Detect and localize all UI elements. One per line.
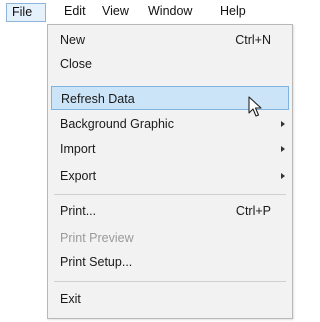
menu-separator (54, 281, 286, 282)
file-dropdown-menu: New Ctrl+N Close Refresh Data Background… (47, 24, 293, 319)
submenu-arrow-icon (281, 146, 285, 152)
menu-item-label: Background Graphic (60, 117, 174, 131)
menu-item-import[interactable]: Import (51, 137, 289, 161)
menu-item-print-setup[interactable]: Print Setup... (51, 250, 289, 274)
menu-item-export[interactable]: Export (51, 164, 289, 188)
menu-edit[interactable]: Edit (64, 3, 86, 22)
menu-bar: File Edit View Window Help (0, 0, 297, 24)
shortcut-label: Ctrl+P (235, 204, 271, 218)
menu-item-print-preview: Print Preview (51, 226, 289, 250)
menu-view[interactable]: View (102, 3, 129, 22)
menu-item-print[interactable]: Print... Ctrl+P (51, 199, 289, 223)
menu-item-label: Refresh Data (61, 92, 135, 106)
shortcut-label: Ctrl+N (235, 33, 271, 47)
menu-item-label: Import (60, 142, 96, 156)
submenu-arrow-icon (281, 121, 285, 127)
menu-window[interactable]: Window (148, 3, 192, 22)
submenu-arrow-icon (281, 173, 285, 179)
menu-item-label: Close (60, 57, 92, 71)
menu-item-label: Exit (60, 292, 81, 306)
arrow-cursor-icon (248, 96, 262, 117)
menu-item-close[interactable]: Close (51, 52, 289, 76)
menu-separator (54, 194, 286, 195)
menu-item-exit[interactable]: Exit (51, 287, 289, 311)
menu-item-new[interactable]: New Ctrl+N (51, 28, 289, 52)
menu-file[interactable]: File (6, 3, 46, 22)
menu-item-label: Export (60, 169, 97, 183)
menu-item-label: Print Preview (60, 231, 134, 245)
app-window: File Edit View Window Help New Ctrl+N Cl… (0, 0, 297, 322)
menu-item-label: Print Setup... (60, 255, 133, 269)
menu-item-label: New (60, 33, 86, 47)
menu-help[interactable]: Help (220, 3, 246, 22)
menu-item-label: Print... (60, 204, 97, 218)
